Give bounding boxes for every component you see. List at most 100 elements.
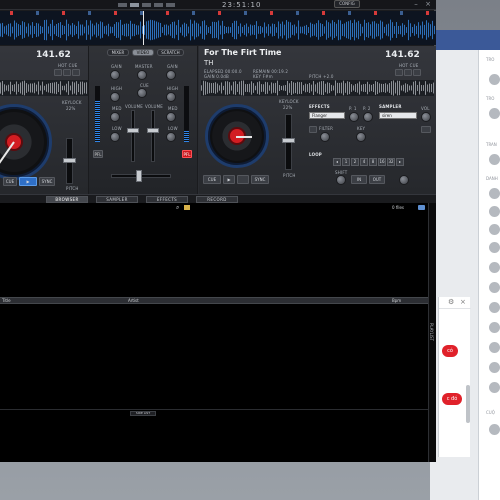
loop-size-button[interactable]: 32 — [387, 158, 395, 166]
layout-slot[interactable] — [142, 3, 151, 7]
loop-out-button[interactable]: OUT — [369, 175, 385, 184]
high-knob-right[interactable] — [166, 92, 176, 102]
left-track-waveform[interactable] — [0, 80, 88, 96]
loop-in-button[interactable]: IN — [351, 175, 367, 184]
right-track-waveform[interactable] — [201, 80, 434, 96]
loop-forward-button[interactable]: ▸ — [396, 158, 404, 166]
volume-fader-left[interactable] — [131, 110, 135, 162]
loop-size-button[interactable]: 2 — [351, 158, 359, 166]
column-artist[interactable]: Artist — [128, 298, 139, 304]
volume-fader-left-handle[interactable] — [127, 128, 139, 133]
loop-size-button[interactable]: 4 — [360, 158, 368, 166]
gain-knob-left[interactable] — [110, 70, 120, 80]
loop-knob[interactable] — [399, 175, 409, 185]
tab-video[interactable]: VIDEO — [132, 49, 154, 56]
chat-scrollbar[interactable] — [466, 385, 470, 423]
avatar[interactable] — [489, 302, 500, 313]
tab-browser[interactable]: BROWSER — [46, 196, 88, 203]
right-cue-button[interactable]: CUE — [203, 175, 221, 184]
close-icon[interactable]: × — [460, 298, 466, 306]
avatar[interactable] — [489, 322, 500, 333]
avatar[interactable] — [489, 424, 500, 435]
layout-slot[interactable] — [166, 3, 175, 7]
tab-sampler[interactable]: SAMPLER — [96, 196, 138, 203]
left-cue-button[interactable]: CUE — [3, 177, 17, 186]
filter-knob[interactable] — [320, 132, 330, 142]
right-pause-button[interactable] — [237, 175, 249, 184]
left-hot-cue-1[interactable] — [54, 69, 62, 76]
right-pitch-handle[interactable] — [282, 138, 295, 143]
tab-mixer[interactable]: MIXER — [107, 49, 129, 56]
right-hot-cue-3[interactable] — [413, 69, 421, 76]
right-sync-button[interactable]: SYNC — [251, 175, 269, 184]
tab-record[interactable]: RECORD — [196, 196, 238, 203]
low-knob-left[interactable] — [110, 132, 120, 142]
effect-toggle-button[interactable] — [309, 126, 317, 133]
med-knob-left[interactable] — [110, 112, 120, 122]
loop-size-button[interactable]: 8 — [369, 158, 377, 166]
layout-slot[interactable] — [118, 3, 127, 7]
avatar[interactable] — [489, 74, 500, 85]
key-knob[interactable] — [356, 132, 366, 142]
loop-size-button[interactable]: 16 — [378, 158, 386, 166]
volume-fader-right-handle[interactable] — [147, 128, 159, 133]
sampler-volume-knob[interactable] — [421, 112, 431, 122]
side-list-label[interactable]: SIDE LIST — [130, 411, 156, 416]
low-knob-right[interactable] — [166, 132, 176, 142]
minimize-button[interactable]: – — [412, 0, 420, 8]
sampler-dropdown[interactable]: siren — [379, 112, 417, 119]
right-hot-cue-2[interactable] — [404, 69, 412, 76]
avatar[interactable] — [489, 224, 500, 235]
tab-effects[interactable]: EFFECTS — [146, 196, 188, 203]
avatar[interactable] — [489, 108, 500, 119]
volume-fader-right[interactable] — [151, 110, 155, 162]
loop-shift-knob[interactable] — [336, 175, 346, 185]
avatar[interactable] — [489, 154, 500, 165]
effect-param-1-knob[interactable] — [349, 112, 359, 122]
high-knob-left[interactable] — [110, 92, 120, 102]
waveform-overview[interactable] — [0, 11, 436, 45]
left-hot-cue-2[interactable] — [63, 69, 71, 76]
cue-knob[interactable] — [137, 88, 147, 98]
folder-icon[interactable] — [184, 205, 190, 210]
left-play-button[interactable]: ▶ — [19, 177, 37, 186]
crossfader-handle[interactable] — [136, 170, 142, 182]
sampler-record-button[interactable] — [421, 126, 431, 133]
settings-icon[interactable]: ⚙ — [448, 298, 454, 306]
config-button[interactable]: CONFIG — [334, 0, 360, 8]
side-list-divider[interactable] — [0, 409, 428, 410]
pfl-left-button[interactable]: PFL — [93, 150, 103, 158]
right-play-button[interactable]: ▶ — [223, 175, 235, 184]
left-sync-button[interactable]: SYNC — [39, 177, 55, 186]
column-bpm[interactable]: Bpm — [392, 298, 401, 304]
avatar[interactable] — [489, 382, 500, 393]
left-pitch-handle[interactable] — [63, 158, 76, 163]
pfl-right-button[interactable]: PFL — [182, 150, 192, 158]
layout-slot[interactable] — [154, 3, 163, 7]
column-title[interactable]: Title — [2, 298, 11, 304]
playlist-strip[interactable]: PLAYLIST — [428, 203, 436, 462]
avatar[interactable] — [489, 282, 500, 293]
tab-scratch[interactable]: SCRATCH — [157, 49, 184, 56]
avatar[interactable] — [489, 362, 500, 373]
avatar[interactable] — [489, 342, 500, 353]
med-knob-right[interactable] — [166, 112, 176, 122]
layout-slot[interactable] — [130, 3, 139, 7]
loop-size-button[interactable]: 1 — [342, 158, 350, 166]
avatar[interactable] — [489, 206, 500, 217]
view-toggle-icon[interactable] — [418, 205, 425, 210]
loop-back-button[interactable]: ◂ — [333, 158, 341, 166]
left-hot-cue-3[interactable] — [72, 69, 80, 76]
master-knob[interactable] — [137, 70, 147, 80]
right-hot-cue-1[interactable] — [395, 69, 403, 76]
avatar[interactable] — [489, 188, 500, 199]
left-turntable-platter[interactable] — [0, 104, 52, 180]
right-turntable-platter[interactable] — [205, 104, 269, 168]
effect-param-2-knob[interactable] — [363, 112, 373, 122]
avatar[interactable] — [489, 242, 500, 253]
effects-dropdown[interactable]: Flanger — [309, 112, 345, 119]
gain-knob-right[interactable] — [166, 70, 176, 80]
search-icon[interactable]: ⌕ — [176, 204, 179, 212]
close-button[interactable]: × — [424, 0, 432, 8]
avatar[interactable] — [489, 262, 500, 273]
